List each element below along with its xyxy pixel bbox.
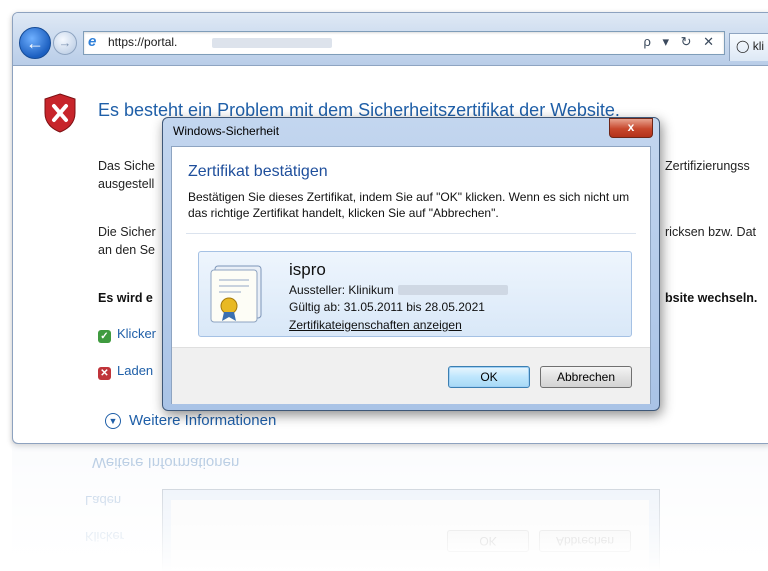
reflection-link-2: Laden (85, 493, 122, 508)
green-shield-check-icon: ✓ (98, 330, 111, 343)
more-info-toggle[interactable]: ▼ Weitere Informationen (105, 412, 276, 429)
certificate-tile[interactable]: ispro Aussteller: Klinikum Gültig ab: 31… (198, 251, 632, 337)
bold-prompt-left: Es wird e (98, 291, 153, 305)
certificate-icon (210, 265, 262, 323)
close-page-link[interactable]: ✕ Laden (98, 363, 153, 380)
reflection-ok-button: OK (447, 530, 529, 552)
forward-button[interactable]: → (53, 31, 77, 55)
certificate-validity: Gültig ab: 31.05.2011 bis 28.05.2021 (289, 300, 485, 314)
paragraph-2-line-1: Die Sicher (98, 225, 156, 239)
reflection-content: Weitere Informationen Laden Klicker OK A… (12, 444, 768, 571)
more-info-text[interactable]: Weitere Informationen (129, 412, 276, 429)
red-shield-x-icon: ✕ (98, 367, 111, 380)
dialog-body: Zertifikat bestätigen Bestätigen Sie die… (171, 146, 651, 404)
issuer-label: Aussteller: Klinikum (289, 283, 394, 297)
address-bar[interactable]: e https://portal. ρ ▾ ↻ ✕ (83, 31, 725, 55)
continue-link-text[interactable]: Klicker (117, 326, 156, 341)
reflection-more-info: Weitere Informationen (92, 454, 240, 471)
url-text: https://portal. (108, 35, 178, 49)
certificate-issuer: Aussteller: Klinikum (289, 283, 508, 297)
tab-label: kli (752, 39, 765, 53)
ok-button[interactable]: OK (448, 366, 530, 388)
url-redacted (212, 38, 332, 48)
continue-link[interactable]: ✓ Klicker (98, 326, 156, 343)
view-certificate-properties-link[interactable]: Zertifikateigenschaften anzeigen (289, 318, 462, 332)
certificate-name: ispro (289, 260, 326, 279)
paragraph-1-right: Zertifizierungss (665, 159, 750, 173)
divider (186, 233, 636, 234)
windows-security-dialog: Windows-Sicherheit x Zertifikat bestätig… (162, 117, 660, 411)
dialog-message: Bestätigen Sie dieses Zertifikat, indem … (188, 190, 630, 220)
dialog-close-button[interactable]: x (609, 118, 653, 138)
reflection-cancel-button: Abbrechen (539, 530, 631, 552)
reflection-fade (12, 444, 768, 571)
close-page-link-text[interactable]: Laden (117, 363, 153, 378)
tab-loading-icon: ◯ (736, 39, 753, 53)
paragraph-1-line-2: ausgestell (98, 177, 155, 191)
browser-tab[interactable]: ◯ kli (729, 33, 768, 61)
paragraph-2-line-2: an den Se (98, 243, 155, 257)
dialog-heading: Zertifikat bestätigen (188, 163, 328, 180)
window-reflection: Weitere Informationen Laden Klicker OK A… (12, 444, 768, 571)
reflection-dialog-footer: OK Abbrechen (171, 500, 649, 570)
issuer-redacted (397, 285, 508, 295)
paragraph-1-line-1: Das Siche (98, 159, 155, 173)
dialog-footer: OK Abbrechen (172, 347, 650, 404)
reflection-dialog: OK Abbrechen (162, 489, 660, 571)
ie-page-icon: e (88, 33, 97, 50)
reflection-link-1: Klicker (85, 529, 125, 544)
paragraph-2-right: ricksen bzw. Dat (665, 225, 757, 239)
cancel-button[interactable]: Abbrechen (540, 366, 632, 388)
address-bar-icons[interactable]: ρ ▾ ↻ ✕ (643, 34, 718, 50)
dialog-title: Windows-Sicherheit (173, 124, 280, 138)
back-button[interactable]: ← (19, 27, 51, 59)
chevron-down-circle-icon: ▼ (105, 413, 121, 429)
bold-prompt-right: bsite wechseln. (665, 291, 758, 305)
browser-toolbar: ← → e https://portal. ρ ▾ ↻ ✕ ◯ kli (13, 13, 768, 66)
error-shield-icon (44, 93, 76, 133)
